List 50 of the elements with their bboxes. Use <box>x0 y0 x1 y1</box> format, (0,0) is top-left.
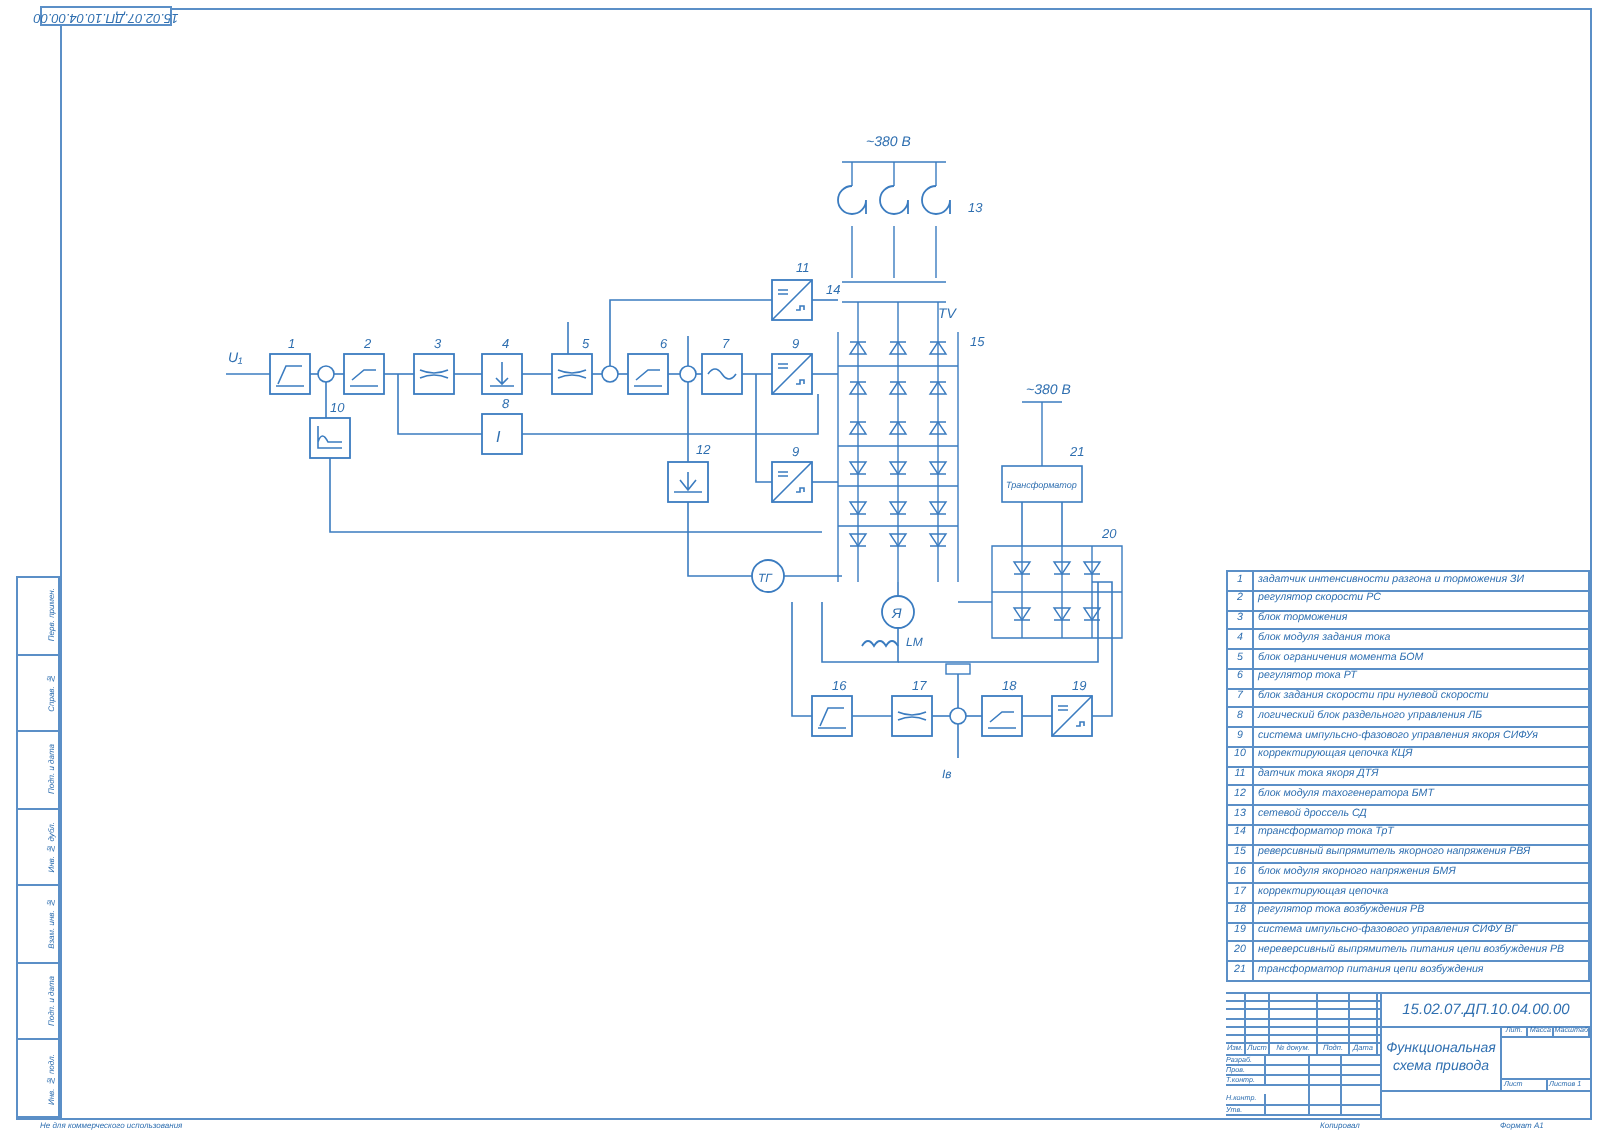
function-block <box>771 461 813 503</box>
function-block <box>1051 695 1093 737</box>
motor-symbol <box>881 595 915 629</box>
function-block <box>551 353 593 395</box>
function-block <box>811 695 853 737</box>
function-block <box>701 353 743 395</box>
connection-line <box>791 601 813 717</box>
connection-line <box>783 575 843 577</box>
function-block <box>481 353 523 395</box>
connection-line <box>567 321 569 355</box>
connection-line <box>309 373 319 375</box>
connection-line <box>1021 715 1053 717</box>
connection-line <box>1021 401 1063 467</box>
connection-line <box>811 299 839 301</box>
connection-line <box>851 715 893 717</box>
tachogenerator-symbol <box>751 559 785 593</box>
connection-line <box>333 373 345 375</box>
function-block <box>627 353 669 395</box>
function-block <box>891 695 933 737</box>
shunt-resistor-icon <box>945 663 971 675</box>
connection-line <box>1061 501 1063 547</box>
field-winding-icon <box>861 640 899 647</box>
connection-line <box>617 373 629 375</box>
logic-block-label: I <box>496 428 501 446</box>
function-block <box>667 461 709 503</box>
field-supply-transformer-box <box>1001 465 1083 503</box>
function-block <box>771 279 813 321</box>
connection-line <box>225 373 271 375</box>
summing-junction-icon <box>601 365 619 383</box>
logic-block <box>481 413 523 455</box>
function-block <box>771 353 813 395</box>
function-block <box>981 695 1023 737</box>
connection-line <box>667 373 681 375</box>
function-block <box>343 353 385 395</box>
connection-line <box>811 373 839 375</box>
connection-line <box>957 673 959 709</box>
summing-junction-icon <box>949 707 967 725</box>
function-block <box>309 417 351 459</box>
connection-line <box>1021 501 1023 547</box>
connection-line <box>325 381 327 419</box>
summing-junction-icon <box>317 365 335 383</box>
connection-line <box>521 373 553 375</box>
diode-bridge-drawing <box>991 545 1123 639</box>
connection-line <box>957 723 959 759</box>
function-block <box>413 353 455 395</box>
connection-line <box>931 715 951 717</box>
summing-junction-icon <box>679 365 697 383</box>
function-block <box>269 353 311 395</box>
connection-line <box>591 373 603 375</box>
connection-line <box>965 715 983 717</box>
